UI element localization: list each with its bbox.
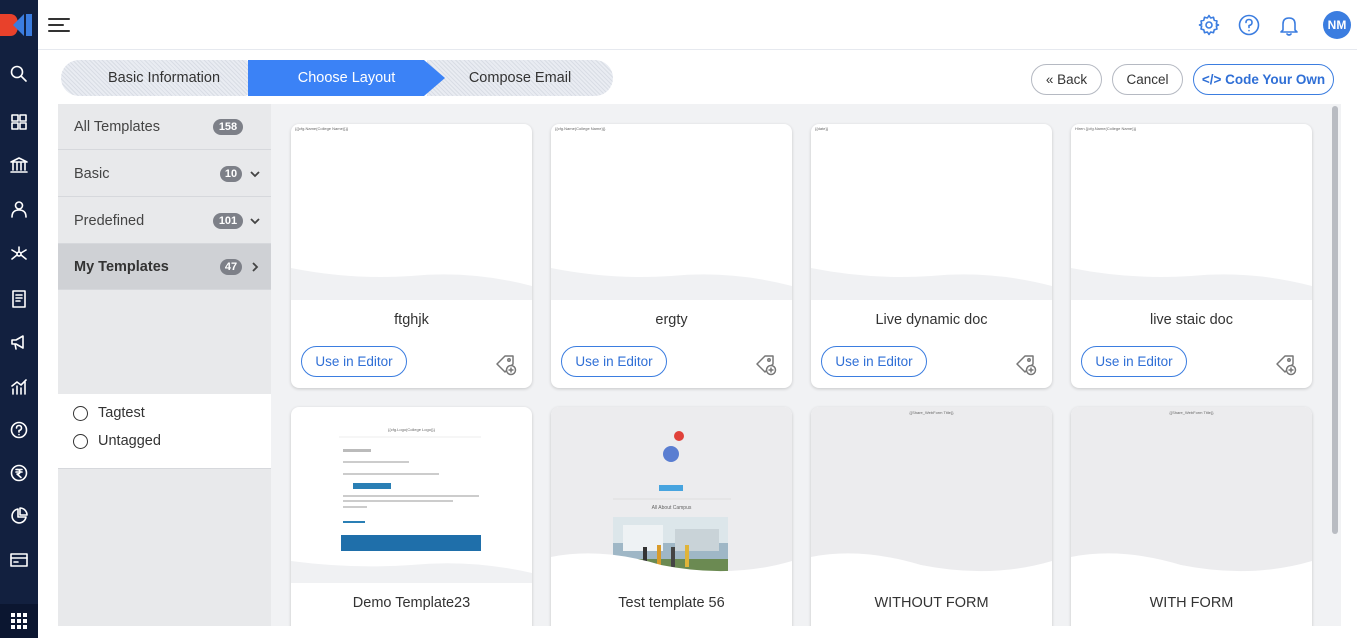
template-card[interactable]: {{Share_WebForm Title}} WITHOUT FORM [811, 407, 1052, 626]
filter-basic[interactable]: Basic 10 [58, 151, 271, 197]
filter-label: Predefined [74, 212, 145, 229]
use-in-editor-button[interactable]: Use in Editor [821, 346, 927, 377]
code-your-own-button[interactable]: </> Code Your Own [1193, 64, 1334, 95]
apps-grid-icon[interactable] [0, 604, 38, 638]
avatar[interactable]: NM [1323, 11, 1351, 39]
count-badge: 101 [213, 213, 243, 229]
template-filters: All Templates 158 Basic 10 Predefined 10… [58, 104, 271, 626]
count-badge: 158 [213, 119, 243, 135]
count-badge: 47 [220, 259, 242, 275]
tag-label: Untagged [98, 433, 161, 449]
filter-label: All Templates [74, 118, 160, 135]
search-icon[interactable] [0, 59, 38, 89]
preview-text: All About Campus [651, 505, 692, 511]
help-icon[interactable] [0, 415, 38, 445]
top-bar: NM [38, 0, 1357, 50]
cancel-button[interactable]: Cancel [1112, 64, 1183, 95]
pie-chart-icon[interactable] [0, 501, 38, 531]
chevron-down-icon[interactable] [249, 215, 261, 227]
template-preview[interactable]: {{cfg.Name(College Name)}} [551, 124, 792, 300]
institution-icon[interactable] [0, 150, 38, 180]
template-card[interactable]: {{Share_WebForm Title}} WITH FORM [1071, 407, 1312, 626]
template-preview[interactable]: {{Share_WebForm Title}} [811, 407, 1052, 583]
template-card[interactable]: {{cfg.Name(College Name)}} ergty Use in … [551, 124, 792, 388]
template-preview[interactable]: {{Share_WebForm Title}} [1071, 407, 1312, 583]
preview-text: Hiren {{cfg.Name(College Name)}} [1075, 126, 1137, 131]
filter-predefined[interactable]: Predefined 101 [58, 198, 271, 244]
step-basic-information[interactable]: Basic Information [61, 60, 267, 96]
preview-text: {{Share_WebForm Title}} [1169, 410, 1214, 415]
gallery-scrollbar[interactable] [1331, 104, 1339, 626]
template-card[interactable]: {{date}} Live dynamic doc Use in Editor [811, 124, 1052, 388]
layout-stepper: Basic Information Compose Email Choose L… [61, 60, 621, 96]
filter-label: My Templates [74, 258, 169, 275]
add-tag-icon[interactable] [1275, 354, 1297, 376]
use-in-editor-button[interactable]: Use in Editor [1081, 346, 1187, 377]
help-circle-icon[interactable] [1237, 13, 1261, 37]
template-preview[interactable]: {{{cfg.Name(College Name)}}} [291, 124, 532, 300]
brand-logo-icon[interactable] [0, 8, 38, 42]
template-name: WITH FORM [1149, 595, 1234, 611]
template-card[interactable]: {{{cfg.Name(College Name)}}} ftghjk Use … [291, 124, 532, 388]
use-in-editor-button[interactable]: Use in Editor [301, 346, 407, 377]
campaign-icon[interactable] [0, 327, 38, 357]
add-tag-icon[interactable] [755, 354, 777, 376]
radio-button[interactable] [73, 433, 88, 449]
preview-text: {{cfg.Logo(College Logo)}} [388, 427, 435, 432]
add-tag-icon[interactable] [495, 354, 517, 376]
template-name: Test template 56 [618, 595, 725, 611]
tag-option-untagged[interactable]: Untagged [73, 433, 161, 449]
template-name: ergty [655, 312, 688, 328]
user-icon[interactable] [0, 194, 38, 224]
template-preview[interactable]: {{cfg.Logo(College Logo)}} [291, 407, 532, 583]
forms-icon[interactable] [0, 284, 38, 314]
preview-text: {{Share_WebForm Title}} [909, 410, 954, 415]
add-tag-icon[interactable] [1015, 354, 1037, 376]
template-card[interactable]: Hiren {{cfg.Name(College Name)}} live st… [1071, 124, 1312, 388]
preview-text: {{{cfg.Name(College Name)}}} [295, 126, 349, 131]
count-badge: 10 [220, 166, 242, 182]
scrollbar-thumb[interactable] [1332, 106, 1338, 534]
template-card[interactable]: {{cfg.Logo(College Logo)}} Demo Template… [291, 407, 532, 626]
analytics-icon[interactable] [0, 372, 38, 402]
tag-filter-list: Tagtest Untagged [58, 394, 271, 469]
dashboard-icon[interactable] [0, 107, 38, 137]
tag-option-tagtest[interactable]: Tagtest [73, 405, 145, 421]
template-gallery: {{{cfg.Name(College Name)}}} ftghjk Use … [271, 104, 1341, 626]
template-preview[interactable]: All About Campus [551, 407, 792, 583]
gear-icon[interactable] [1197, 13, 1221, 37]
template-preview[interactable]: Hiren {{cfg.Name(College Name)}} [1071, 124, 1312, 300]
template-name: WITHOUT FORM [874, 595, 989, 611]
template-name: Live dynamic doc [875, 312, 988, 328]
preview-text: {{cfg.Name(College Name)}} [555, 126, 606, 131]
chevron-down-icon[interactable] [249, 168, 261, 180]
preview-text: {{date}} [815, 126, 829, 131]
left-nav-rail [0, 0, 38, 638]
radio-button[interactable] [73, 405, 88, 421]
network-icon[interactable] [0, 239, 38, 269]
template-name: live staic doc [1149, 312, 1233, 328]
bell-icon[interactable] [1277, 13, 1301, 37]
step-choose-layout[interactable]: Choose Layout [248, 60, 445, 96]
hamburger-icon[interactable] [48, 15, 70, 33]
rupee-icon[interactable] [0, 458, 38, 488]
filter-all-templates[interactable]: All Templates 158 [58, 104, 271, 150]
template-name: ftghjk [394, 312, 429, 328]
tag-label: Tagtest [98, 405, 145, 421]
back-button[interactable]: « Back [1031, 64, 1102, 95]
step-compose-email[interactable]: Compose Email [427, 60, 613, 96]
template-card[interactable]: All About Campus Test template 56 [551, 407, 792, 626]
template-preview[interactable]: {{date}} [811, 124, 1052, 300]
chevron-right-icon[interactable] [249, 261, 261, 273]
use-in-editor-button[interactable]: Use in Editor [561, 346, 667, 377]
template-name: Demo Template23 [352, 595, 471, 611]
card-icon[interactable] [0, 545, 38, 575]
filter-my-templates[interactable]: My Templates 47 [58, 244, 271, 290]
filter-label: Basic [74, 165, 110, 182]
